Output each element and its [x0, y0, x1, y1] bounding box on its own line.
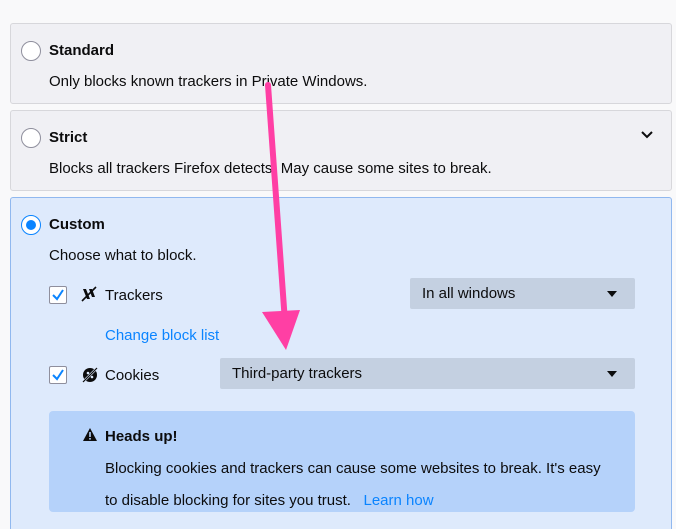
- cookies-checkbox[interactable]: [49, 366, 67, 384]
- strict-title: Strict: [49, 129, 88, 146]
- trackers-label: Trackers: [105, 287, 163, 304]
- content-blocking-panel: Standard Only blocks known trackers in P…: [0, 0, 676, 529]
- cookie-icon: [81, 366, 99, 384]
- standard-title: Standard: [49, 42, 115, 59]
- warning-box: Heads up! Blocking cookies and trackers …: [49, 411, 635, 512]
- option-custom[interactable]: Custom Choose what to block. Trackers In…: [10, 197, 672, 529]
- option-standard[interactable]: Standard Only blocks known trackers in P…: [10, 23, 672, 104]
- cookies-select-value: Third-party trackers: [232, 365, 363, 382]
- warning-text: Blocking cookies and trackers can cause …: [105, 460, 601, 509]
- warning-body: Blocking cookies and trackers can cause …: [105, 453, 615, 517]
- standard-description: Only blocks known trackers in Private Wi…: [49, 73, 368, 90]
- trackers-checkbox[interactable]: [49, 286, 67, 304]
- learn-how-link[interactable]: Learn how: [363, 492, 433, 509]
- strict-radio[interactable]: [21, 128, 41, 148]
- strict-description: Blocks all trackers Firefox detects. May…: [49, 160, 492, 177]
- option-strict[interactable]: Strict Blocks all trackers Firefox detec…: [10, 110, 672, 191]
- dropdown-arrow-icon: [607, 291, 617, 297]
- chevron-down-icon[interactable]: [641, 127, 653, 142]
- cookies-select[interactable]: Third-party trackers: [220, 358, 635, 389]
- warning-icon: [83, 428, 97, 445]
- dropdown-arrow-icon: [607, 371, 617, 377]
- cookies-label: Cookies: [105, 367, 160, 384]
- warning-title: Heads up!: [105, 428, 178, 445]
- custom-description: Choose what to block.: [49, 247, 197, 264]
- custom-radio[interactable]: [21, 215, 41, 235]
- standard-radio[interactable]: [21, 41, 41, 61]
- trackers-select-value: In all windows: [422, 285, 516, 302]
- tracker-icon: [81, 286, 99, 304]
- custom-title: Custom: [49, 216, 105, 233]
- change-block-list-link[interactable]: Change block list: [105, 327, 219, 344]
- trackers-select[interactable]: In all windows: [410, 278, 635, 309]
